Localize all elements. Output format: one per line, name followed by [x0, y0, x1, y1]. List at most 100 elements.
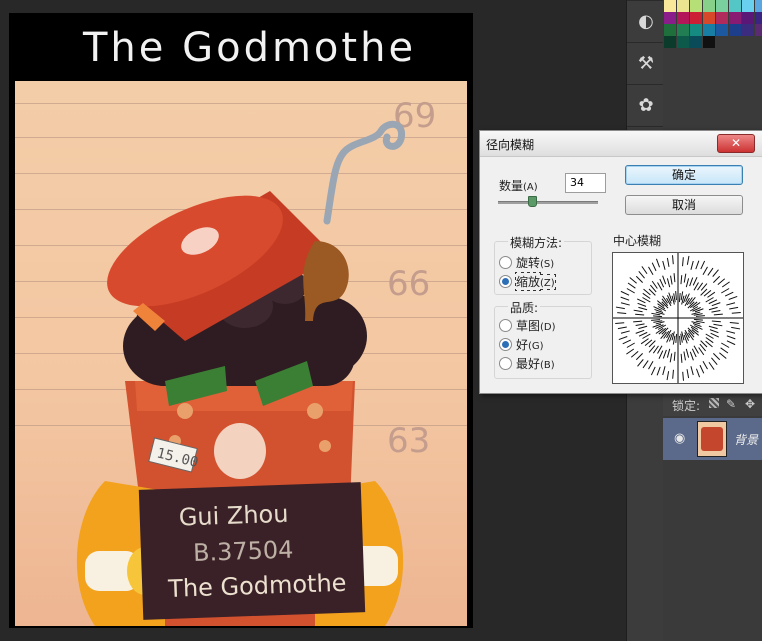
blur-streak	[637, 302, 647, 307]
color-swatch[interactable]	[703, 36, 715, 48]
quality-group: 品质: 草图(D) 好(G) 最好(B)	[494, 299, 592, 379]
amount-slider-track[interactable]	[498, 201, 598, 204]
blur-streak	[731, 312, 741, 314]
blur-method-group: 模糊方法: 旋转(S) 缩放(Z)	[494, 234, 592, 295]
blur-streak	[615, 306, 625, 310]
color-swatch[interactable]	[729, 0, 741, 12]
lock-position-icon[interactable]: ✥	[745, 397, 755, 411]
blur-streak	[651, 319, 661, 321]
blur-streak	[617, 312, 627, 314]
color-swatch[interactable]	[716, 24, 728, 36]
blur-streak	[692, 277, 698, 286]
draft-radio[interactable]: 草图(D)	[499, 317, 556, 333]
color-swatch[interactable]	[729, 12, 741, 24]
blur-streak	[713, 353, 721, 361]
color-swatch[interactable]	[742, 0, 754, 12]
radio-selected-icon[interactable]	[499, 275, 512, 288]
palette-icon[interactable]: ✿	[631, 92, 661, 120]
blur-streak	[729, 306, 739, 310]
blur-streak	[620, 302, 630, 306]
color-swatch[interactable]	[677, 0, 689, 12]
color-swatch[interactable]	[703, 12, 715, 24]
color-swatch[interactable]	[677, 36, 689, 48]
amount-slider-thumb[interactable]	[528, 196, 537, 207]
color-swatch[interactable]	[755, 24, 762, 36]
blur-streak	[633, 309, 643, 313]
color-swatch[interactable]	[664, 24, 676, 36]
radial-blur-dialog: 径向模糊 ✕ 数量(A) 34 确定 取消 模糊方法: 旋转(S) 缩放(Z) …	[479, 130, 762, 394]
blur-streak	[685, 348, 690, 358]
color-swatch[interactable]	[677, 24, 689, 36]
adjustment-icon[interactable]: ◐	[631, 8, 661, 36]
blur-streak	[683, 273, 687, 283]
blur-streak	[629, 277, 637, 284]
color-swatch[interactable]	[703, 0, 715, 12]
radio-icon[interactable]	[499, 256, 512, 269]
lock-transparency-icon[interactable]	[709, 398, 719, 408]
brush-preset-icon[interactable]: ⚒	[631, 50, 661, 78]
blur-streak	[672, 255, 674, 265]
radio-icon[interactable]	[499, 357, 512, 370]
color-swatch[interactable]	[690, 24, 702, 36]
best-radio[interactable]: 最好(B)	[499, 355, 555, 371]
blur-streak	[637, 298, 646, 304]
dialog-title: 径向模糊	[486, 138, 535, 152]
color-swatch[interactable]	[690, 12, 702, 24]
color-swatch[interactable]	[703, 24, 715, 36]
blur-streak	[690, 260, 694, 270]
blur-streak	[673, 351, 676, 361]
color-swatch[interactable]	[716, 0, 728, 12]
blur-streak	[721, 342, 730, 348]
color-swatch[interactable]	[664, 12, 676, 24]
amount-input[interactable]: 34	[565, 173, 606, 193]
blur-streak	[682, 257, 684, 267]
blur-streak	[683, 351, 686, 361]
color-swatch[interactable]	[755, 12, 762, 24]
blur-streak	[659, 278, 665, 288]
blur-streak	[695, 368, 701, 378]
color-swatch[interactable]	[755, 0, 762, 12]
color-swatch[interactable]	[664, 36, 676, 48]
close-button[interactable]: ✕	[717, 134, 755, 153]
color-swatch[interactable]	[664, 0, 676, 12]
color-swatch[interactable]	[742, 24, 754, 36]
blur-streak	[695, 320, 705, 324]
blur-streak	[682, 371, 684, 381]
color-swatch[interactable]	[677, 12, 689, 24]
document-image[interactable]: The Godmothe 69 66 63 15.00 Gui Zhou B.3…	[9, 13, 473, 628]
color-swatch[interactable]	[690, 36, 702, 48]
color-swatch[interactable]	[729, 24, 741, 36]
radio-selected-icon[interactable]	[499, 338, 512, 351]
blur-streak	[617, 326, 627, 330]
blur-streak	[707, 267, 714, 276]
blur-streak	[673, 273, 676, 283]
zoom-radio[interactable]: 缩放(Z)	[499, 273, 556, 290]
blur-streak	[702, 361, 708, 370]
blur-center-preview[interactable]	[612, 252, 744, 384]
color-swatch[interactable]	[716, 12, 728, 24]
layer-thumbnail	[697, 421, 727, 457]
ok-button[interactable]: 确定	[625, 165, 743, 185]
blur-streak	[642, 360, 649, 369]
sign-line-2: B.37504	[193, 536, 294, 567]
blur-streak	[699, 364, 705, 374]
spin-radio[interactable]: 旋转(S)	[499, 254, 554, 270]
quality-label: 品质:	[508, 299, 541, 316]
blur-streak	[626, 288, 635, 294]
eye-icon[interactable]: ◉	[674, 431, 685, 446]
blur-streak	[712, 269, 719, 277]
blur-streak	[638, 270, 645, 279]
good-radio[interactable]: 好(G)	[499, 336, 544, 352]
radio-icon[interactable]	[499, 319, 512, 332]
blur-streak	[690, 366, 694, 376]
layer-row-background[interactable]: ◉ 背景	[663, 418, 762, 460]
dialog-titlebar[interactable]: 径向模糊 ✕	[480, 131, 762, 157]
blur-streak	[728, 295, 738, 301]
blur-streak	[689, 351, 694, 361]
lock-pixels-icon[interactable]: ✎	[726, 397, 736, 411]
color-swatch[interactable]	[690, 0, 702, 12]
blur-streak	[689, 277, 694, 287]
cancel-button[interactable]: 取消	[625, 195, 743, 215]
color-swatch[interactable]	[742, 12, 754, 24]
blur-streak	[717, 278, 726, 285]
